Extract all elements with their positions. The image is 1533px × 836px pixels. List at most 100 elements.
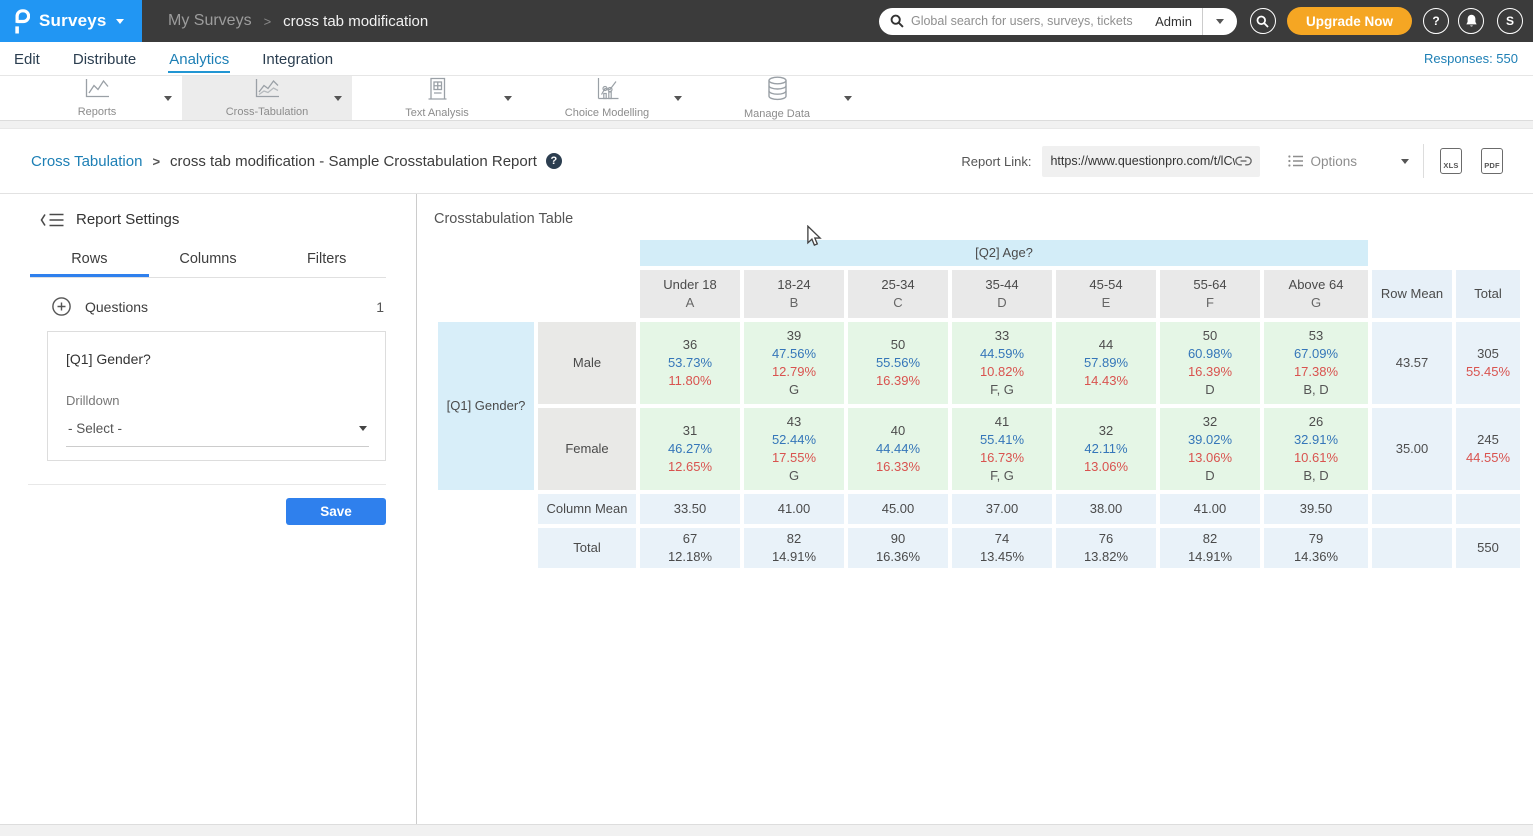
toolbar-tab-label: Cross-Tabulation	[226, 106, 309, 118]
report-header: Cross Tabulation > cross tab modificatio…	[0, 129, 1533, 194]
chevron-down-icon[interactable]	[674, 96, 682, 101]
chevron-down-icon	[116, 19, 124, 24]
report-link-input[interactable]	[1050, 154, 1235, 168]
settings-tab-rows[interactable]: Rows	[30, 242, 149, 277]
cross-chart-icon	[254, 78, 281, 104]
settings-tabs: RowsColumnsFilters	[30, 242, 386, 278]
user-avatar[interactable]: S	[1497, 8, 1523, 34]
upgrade-now-button[interactable]: Upgrade Now	[1287, 7, 1412, 35]
export-pdf-icon[interactable]: PDF	[1481, 148, 1503, 174]
document-icon	[427, 77, 448, 105]
column-mean-label: Column Mean	[538, 494, 636, 524]
chevron-down-icon	[1216, 19, 1224, 24]
row-total-female: 24544.55%	[1456, 408, 1520, 490]
notifications-button[interactable]	[1458, 8, 1484, 34]
global-search-input[interactable]	[911, 14, 1151, 28]
chevron-down-icon[interactable]	[334, 96, 342, 101]
product-switcher[interactable]: Surveys	[0, 0, 142, 42]
options-label: Options	[1310, 154, 1357, 169]
data-cell-male-55-64: 5060.98%16.39%D	[1160, 322, 1260, 404]
line-chart-icon	[84, 78, 111, 104]
report-title: cross tab modification - Sample Crosstab…	[170, 153, 537, 170]
report-settings-panel: Report Settings RowsColumnsFilters Quest…	[0, 194, 417, 824]
crosstab-area: Crosstabulation Table [Q2] Age?Under 18A…	[417, 194, 1533, 824]
spacer-cell	[538, 240, 636, 266]
report-link-label: Report Link:	[961, 154, 1031, 169]
settings-tab-columns[interactable]: Columns	[149, 242, 268, 277]
data-cell-female-45-54: 3242.11%13.06%	[1056, 408, 1156, 490]
column-header-18-24: 18-24B	[744, 270, 844, 318]
cross-tabulation-link[interactable]: Cross Tabulation	[31, 153, 142, 170]
nav-item-integration[interactable]: Integration	[261, 45, 334, 73]
data-cell-male-35-44: 3344.59%10.82%F, G	[952, 322, 1052, 404]
grand-total: 550	[1456, 528, 1520, 568]
nav-item-edit[interactable]: Edit	[13, 45, 41, 73]
search-scope-dropdown[interactable]	[1203, 8, 1237, 35]
toolbar-tab-label: Manage Data	[744, 108, 810, 120]
chevron-down-icon	[1401, 159, 1409, 164]
column-header-35-44: 35-44D	[952, 270, 1052, 318]
data-cell-male-above-64: 5367.09%17.38%B, D	[1264, 322, 1368, 404]
export-xls-icon[interactable]: XLS	[1440, 148, 1462, 174]
row-mean-header: Row Mean	[1372, 270, 1452, 318]
total-25-34: 9016.36%	[848, 528, 948, 568]
data-cell-male-18-24: 3947.56%12.79%G	[744, 322, 844, 404]
total-55-64: 8214.91%	[1160, 528, 1260, 568]
breadcrumb-separator: >	[264, 14, 272, 29]
chevron-down-icon[interactable]	[164, 96, 172, 101]
row-question-header: [Q1] Gender?	[438, 322, 534, 490]
nav-item-analytics[interactable]: Analytics	[168, 45, 230, 73]
questions-count-badge: 1	[376, 299, 384, 315]
link-icon[interactable]	[1235, 155, 1252, 167]
product-name: Surveys	[39, 11, 107, 31]
toolbar-tab-reports[interactable]: Reports	[12, 76, 182, 120]
breadcrumb-my-surveys[interactable]: My Surveys	[168, 12, 252, 30]
row-mean-female: 35.00	[1372, 408, 1452, 490]
pdf-label: PDF	[1484, 161, 1500, 170]
responses-count[interactable]: Responses: 550	[1424, 51, 1533, 66]
actions-divider	[1423, 144, 1424, 178]
column-header-above-64: Above 64G	[1264, 270, 1368, 318]
data-cell-male-under-18: 3653.73%11.80%	[640, 322, 740, 404]
xls-label: XLS	[1443, 161, 1458, 170]
toolbar-tab-manage-data[interactable]: Manage Data	[692, 76, 862, 120]
model-chart-icon	[595, 77, 620, 105]
help-button[interactable]: ?	[1423, 8, 1449, 34]
column-mean-18-24: 41.00	[744, 494, 844, 524]
toolbar-tab-choice-modelling[interactable]: Choice Modelling	[522, 76, 692, 120]
advanced-search-button[interactable]	[1250, 8, 1276, 34]
secondary-nav-items: Edit Distribute Analytics Integration	[13, 45, 365, 73]
column-mean-35-44: 37.00	[952, 494, 1052, 524]
survey-nav: Edit Distribute Analytics Integration Respo…	[0, 42, 1533, 76]
chevron-down-icon[interactable]	[504, 96, 512, 101]
spacer-cell	[1372, 240, 1452, 266]
options-dropdown[interactable]: Options	[1288, 154, 1409, 169]
toolbar-tab-label: Text Analysis	[405, 107, 469, 119]
add-question-icon[interactable]	[52, 297, 71, 316]
drilldown-value: - Select -	[66, 421, 122, 436]
total-rowmean	[1372, 528, 1452, 568]
toolbar-tab-cross-tabulation[interactable]: Cross-Tabulation	[182, 76, 352, 120]
drilldown-select[interactable]: - Select -	[66, 421, 369, 447]
analytics-toolbar: Reports Cross-Tabulation Text Analysis Choi…	[0, 76, 1533, 121]
question-card: [Q1] Gender? Drilldown - Select -	[47, 331, 386, 461]
search-scope-label[interactable]: Admin	[1155, 14, 1192, 29]
questions-label: Questions	[85, 299, 148, 315]
breadcrumb: My Surveys > cross tab modification	[168, 12, 428, 30]
settings-tab-filters[interactable]: Filters	[267, 242, 386, 277]
toolbar-tab-text-analysis[interactable]: Text Analysis	[352, 76, 522, 120]
column-mean-above-64: 39.50	[1264, 494, 1368, 524]
question-title: [Q1] Gender?	[66, 351, 369, 367]
column-header-45-54: 45-54E	[1056, 270, 1156, 318]
nav-item-distribute[interactable]: Distribute	[72, 45, 137, 73]
chevron-down-icon[interactable]	[844, 96, 852, 101]
chevron-down-icon	[359, 426, 367, 431]
collapse-panel-icon[interactable]	[40, 213, 64, 227]
report-help-icon[interactable]	[546, 153, 562, 169]
column-mean-45-54: 38.00	[1056, 494, 1156, 524]
spacer-cell	[1456, 240, 1520, 266]
save-button[interactable]: Save	[286, 498, 386, 525]
data-cell-male-25-34: 5055.56%16.39%	[848, 322, 948, 404]
data-cell-female-above-64: 2632.91%10.61%B, D	[1264, 408, 1368, 490]
row-total-male: 30555.45%	[1456, 322, 1520, 404]
